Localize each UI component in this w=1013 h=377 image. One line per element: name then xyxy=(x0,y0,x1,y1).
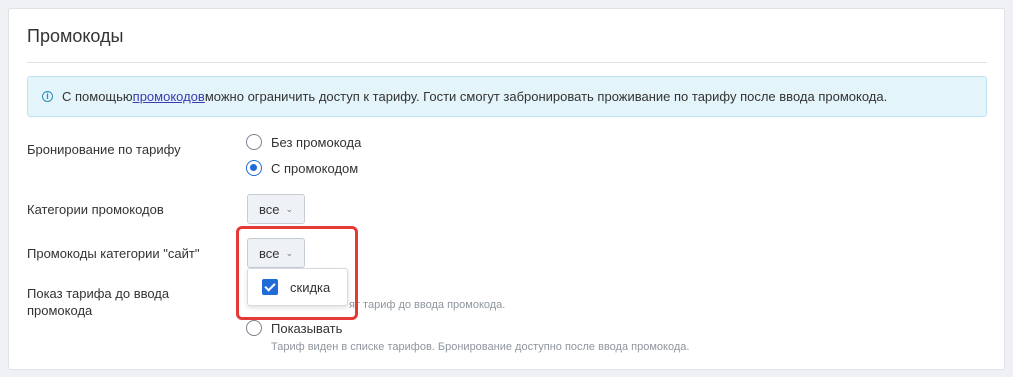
show-option-hint: Тариф виден в списке тарифов. Бронирован… xyxy=(271,341,690,353)
radio-button[interactable] xyxy=(246,320,262,336)
chevron-down-icon: ⌄ xyxy=(285,247,294,258)
site-promos-label: Промокоды категории "сайт" xyxy=(27,246,200,261)
site-promos-menu: скидка xyxy=(247,268,348,306)
hidden-option-hint: ят тариф до ввода промокода. xyxy=(349,299,506,311)
chevron-down-icon: ⌄ xyxy=(285,203,294,214)
info-suffix: можно ограничить доступ к тарифу. Гости … xyxy=(204,89,888,104)
divider xyxy=(27,62,987,63)
radio-label: Показывать xyxy=(271,320,343,336)
radio-button[interactable] xyxy=(246,134,262,150)
dropdown-value: все xyxy=(259,245,280,261)
categories-label: Категории промокодов xyxy=(27,202,164,217)
radio-button[interactable] xyxy=(246,160,262,176)
categories-dropdown[interactable]: все ⌄ xyxy=(247,194,306,224)
dropdown-value: все xyxy=(259,201,280,217)
section-title: Промокоды xyxy=(27,26,124,46)
radio-label: Без промокода xyxy=(271,134,362,150)
radio-show[interactable]: Показывать xyxy=(246,320,342,336)
show-tariff-label: Показ тарифа до ввода промокода xyxy=(27,286,170,318)
menu-item-label[interactable]: скидка xyxy=(290,280,330,295)
radio-label: С промокодом xyxy=(271,160,359,176)
site-promos-dropdown[interactable]: все ⌄ xyxy=(247,238,306,268)
promocodes-panel: Промокоды i С помощью промокодов можно о… xyxy=(8,8,1005,370)
info-icon: i xyxy=(42,91,53,102)
checkbox-checked[interactable] xyxy=(262,279,278,295)
booking-label: Бронирование по тарифу xyxy=(27,142,181,157)
promocodes-link[interactable]: промокодов xyxy=(133,89,205,104)
info-banner: i С помощью промокодов можно ограничить … xyxy=(27,76,987,117)
info-prefix: С помощью xyxy=(62,89,133,104)
radio-with-promo[interactable]: С промокодом xyxy=(246,160,358,176)
radio-no-promo[interactable]: Без промокода xyxy=(246,134,361,150)
